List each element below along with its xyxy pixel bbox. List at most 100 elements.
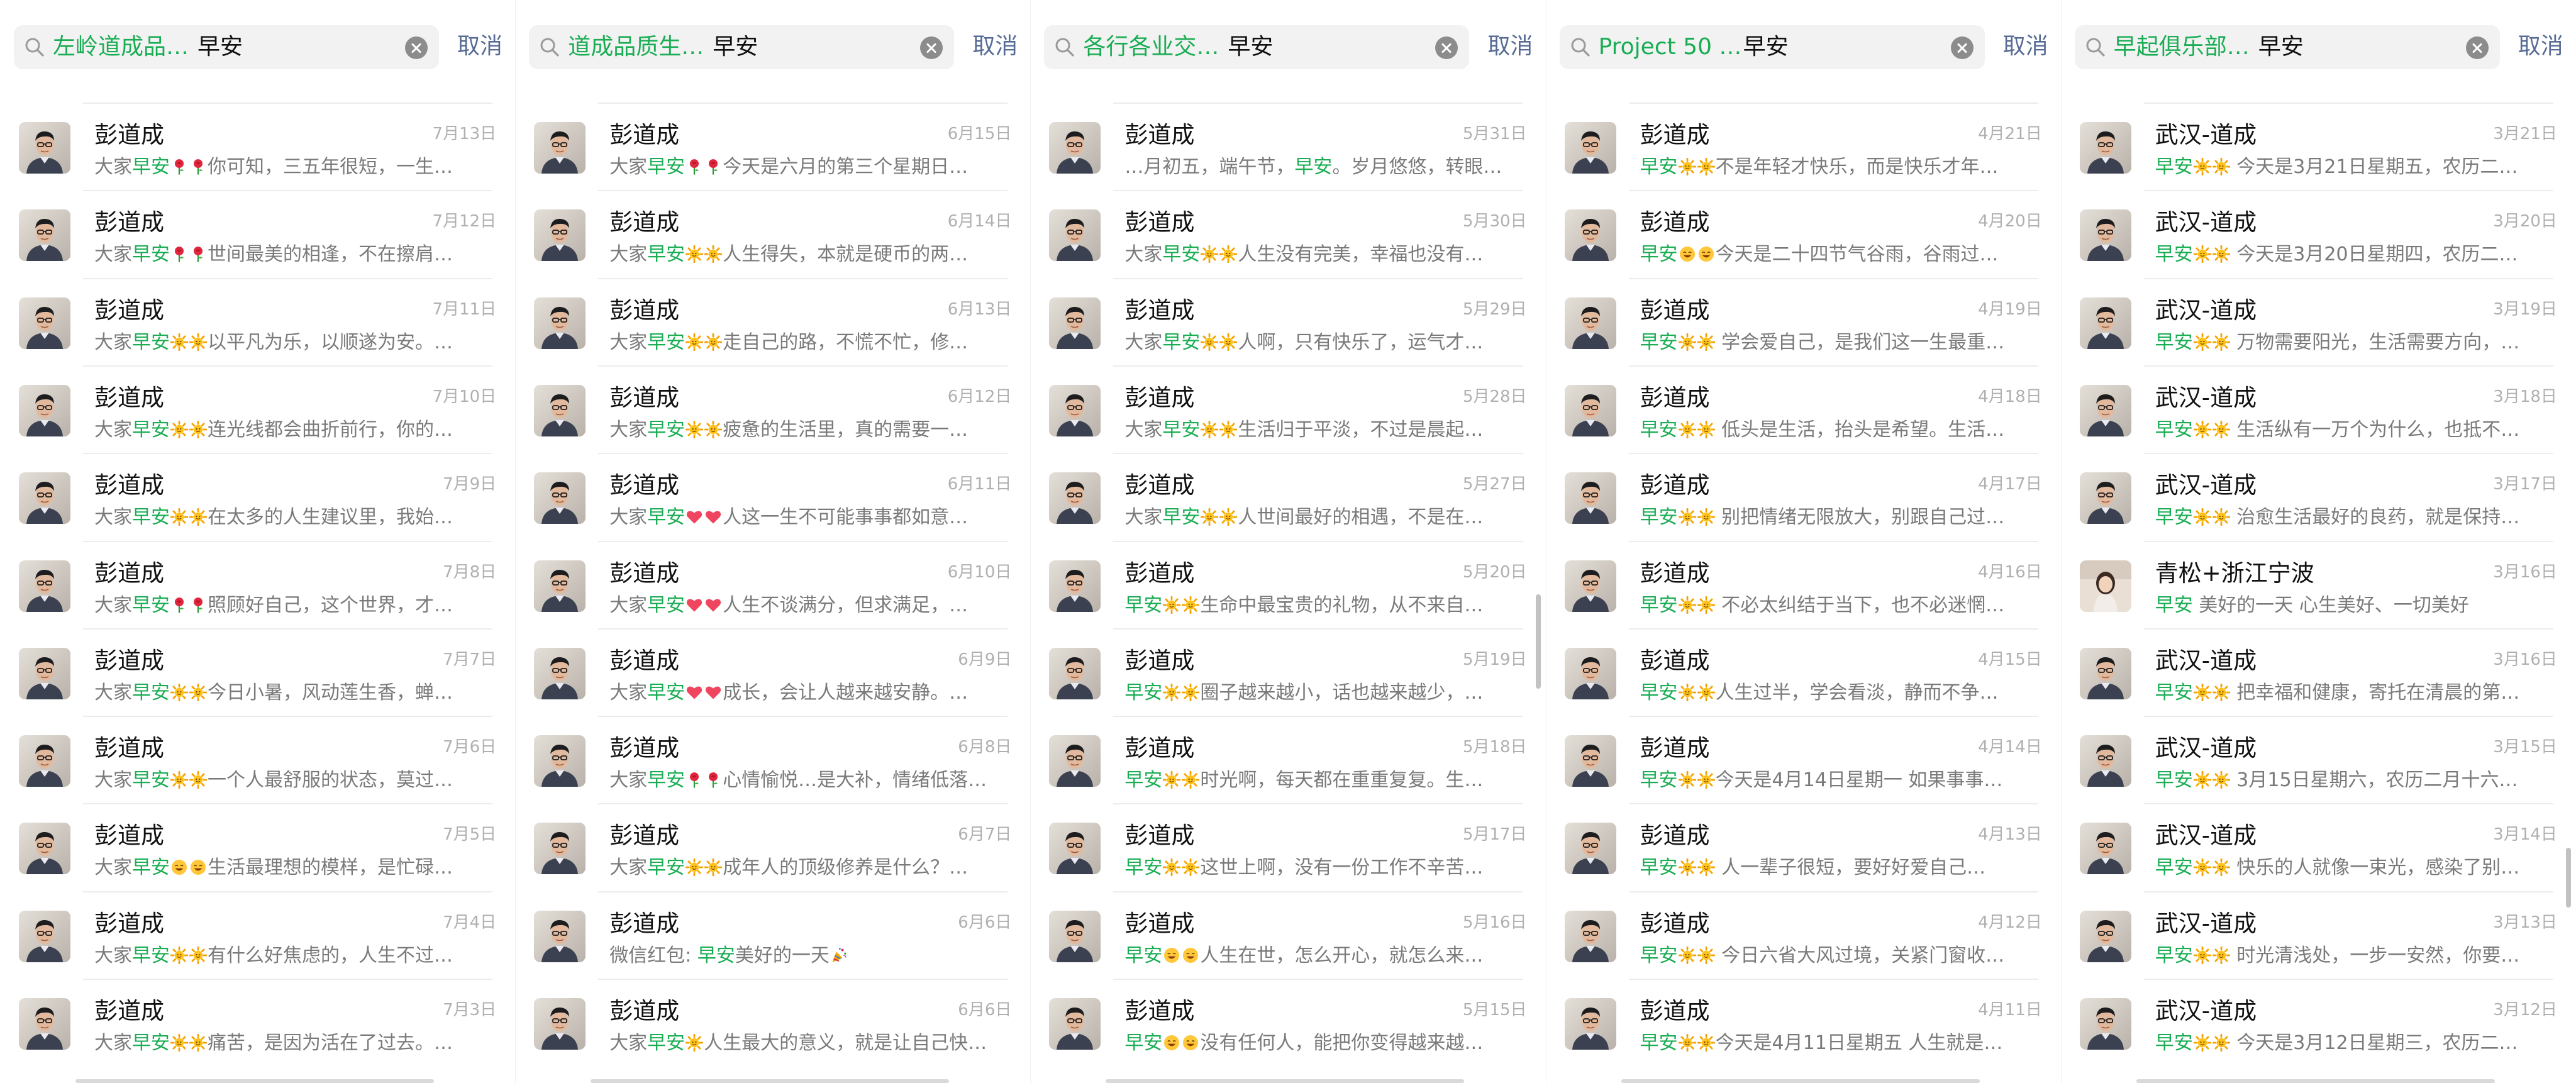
avatar[interactable] [1564,823,1616,875]
avatar[interactable] [1049,823,1101,875]
message-result-row[interactable]: 彭道成 6月9日 大家早安 成长，会让人越来越安静。… [515,628,1030,716]
avatar[interactable] [2079,647,2131,699]
avatar[interactable] [19,560,70,612]
message-result-row[interactable]: 彭道成 6月11日 大家早安 人这一生不可能事事都如意… [515,453,1030,540]
search-bar[interactable]: Project 50 … 早安 [1559,25,1985,69]
message-result-row[interactable]: 彭道成 4月14日 早安 今天是4月14日星期一 如果事事… [1546,716,2061,803]
avatar[interactable] [2079,910,2131,962]
avatar[interactable] [2079,122,2131,174]
avatar[interactable] [19,823,70,875]
avatar[interactable] [1049,122,1101,174]
message-result-row[interactable]: 彭道成 7月5日 大家早安 生活最理想的模样，是忙碌… [0,803,515,891]
clear-search-icon[interactable] [1950,36,1974,59]
avatar[interactable] [1564,384,1616,436]
message-result-row[interactable]: 彭道成 5月27日 大家早安 人世间最好的相遇，不是在… [1030,453,1545,540]
cancel-button[interactable]: 取消 [457,30,502,63]
message-result-row[interactable]: 武汉-道成 3月12日 早安 今天是3月12日星期三，农历二… [2061,979,2576,1066]
avatar[interactable] [1049,384,1101,436]
message-result-row[interactable]: 彭道成 7月8日 大家早安 照顾好自己，这个世界，才… [0,540,515,628]
avatar[interactable] [1564,560,1616,612]
search-bar[interactable]: 左岭道成品… 早安 [14,25,439,69]
message-result-row[interactable]: 武汉-道成 3月17日 早安 治愈生活最好的良药，就是保持… [2061,453,2576,540]
avatar[interactable] [534,560,586,612]
avatar[interactable] [1564,998,1616,1050]
message-result-row[interactable]: 彭道成 5月31日 …月初五，端午节，早安。岁月悠悠，转眼… [1030,103,1545,190]
message-result-row[interactable]: 彭道成 5月15日 早安 没有任何人，能把你变得越来越… [1030,979,1545,1066]
message-result-row[interactable]: 彭道成 6月14日 大家早安 人生得失，本就是硬币的两… [515,190,1030,277]
avatar[interactable] [19,122,70,174]
vertical-scrollbar[interactable] [2565,848,2571,908]
message-result-row[interactable]: 彭道成 6月7日 大家早安 成年人的顶级修养是什么？… [515,803,1030,891]
search-scope-chat-name[interactable]: 左岭道成品… [53,31,189,63]
avatar[interactable] [534,647,586,699]
search-scope-chat-name[interactable]: Project 50 … [1599,31,1742,63]
search-input[interactable]: 早安 [1743,31,1789,63]
avatar[interactable] [2079,297,2131,349]
clear-search-icon[interactable] [405,36,428,59]
avatar[interactable] [1049,647,1101,699]
message-result-row[interactable]: 彭道成 5月29日 大家早安 人啊，只有快乐了，运气才… [1030,277,1545,365]
avatar[interactable] [1564,910,1616,962]
avatar[interactable] [2079,472,2131,525]
message-result-row[interactable]: 彭道成 6月13日 大家早安 走自己的路，不慌不忙，修… [515,277,1030,365]
search-scope-chat-name[interactable]: 各行各业交… [1083,31,1219,63]
message-result-row[interactable]: 彭道成 6月8日 大家早安 心情愉悦…是大补，情绪低落… [515,716,1030,803]
avatar[interactable] [19,735,70,787]
message-result-row[interactable]: 彭道成 4月17日 早安 别把情绪无限放大，别跟自己过… [1546,453,2061,540]
avatar[interactable] [534,823,586,875]
avatar[interactable] [1564,209,1616,262]
message-result-row[interactable]: 彭道成 7月12日 大家早安 世间最美的相逢，不在擦肩… [0,190,515,277]
avatar[interactable] [1049,297,1101,349]
message-result-row[interactable]: 彭道成 7月13日 大家早安 你可知，三五年很短，一生… [0,103,515,190]
clear-search-icon[interactable] [920,36,943,59]
message-result-row[interactable]: 武汉-道成 3月20日 早安 今天是3月20日星期四，农历二… [2061,190,2576,277]
message-result-row[interactable]: 彭道成 4月21日 早安 不是年轻才快乐，而是快乐才年… [1546,103,2061,190]
avatar[interactable] [2079,384,2131,436]
message-result-row[interactable]: 彭道成 6月12日 大家早安 疲惫的生活里，真的需要一… [515,365,1030,453]
avatar[interactable] [19,998,70,1050]
avatar[interactable] [534,209,586,262]
message-result-row[interactable]: 彭道成 5月18日 早安 时光啊，每天都在重重复复。生… [1030,716,1545,803]
vertical-scrollbar[interactable] [1535,594,1541,689]
avatar[interactable] [2079,209,2131,262]
message-result-row[interactable]: 彭道成 4月16日 早安 不必太纠结于当下，也不必迷惘… [1546,540,2061,628]
clear-search-icon[interactable] [2465,36,2489,59]
avatar[interactable] [534,384,586,436]
message-result-row[interactable]: 彭道成 5月20日 早安 生命中最宝贵的礼物，从不来自… [1030,540,1545,628]
message-result-row[interactable]: 彭道成 4月12日 早安 今日六省大风过境，关紧门窗收… [1546,891,2061,979]
avatar[interactable] [534,122,586,174]
avatar[interactable] [19,297,70,349]
search-scope-chat-name[interactable]: 早起俱乐部… [2114,31,2250,63]
message-result-row[interactable]: 彭道成 7月7日 大家早安 今日小暑，风动莲生香，蝉… [0,628,515,716]
message-result-row[interactable]: 彭道成 4月15日 早安 人生过半，学会看淡，静而不争… [1546,628,2061,716]
avatar[interactable] [2079,998,2131,1050]
avatar[interactable] [1049,910,1101,962]
message-result-row[interactable]: 武汉-道成 3月21日 早安 今天是3月21日星期五，农历二… [2061,103,2576,190]
avatar[interactable] [1049,472,1101,525]
message-result-row[interactable]: 彭道成 6月6日 微信红包: 早安美好的一天 [515,891,1030,979]
avatar[interactable] [534,998,586,1050]
avatar[interactable] [534,297,586,349]
message-result-row[interactable]: 彭道成 5月16日 早安 人生在世，怎么开心，就怎么来… [1030,891,1545,979]
message-result-row[interactable]: 武汉-道成 3月14日 早安 快乐的人就像一束光，感染了别… [2061,803,2576,891]
avatar[interactable] [19,472,70,525]
cancel-button[interactable]: 取消 [1487,30,1533,63]
avatar[interactable] [2079,560,2131,612]
message-result-row[interactable]: 彭道成 7月4日 大家早安 有什么好焦虑的，人生不过… [0,891,515,979]
avatar[interactable] [19,209,70,262]
message-result-row[interactable]: 彭道成 5月28日 大家早安 生活归于平淡，不过是晨起… [1030,365,1545,453]
avatar[interactable] [1564,647,1616,699]
avatar[interactable] [1049,735,1101,787]
avatar[interactable] [534,735,586,787]
message-result-row[interactable]: 彭道成 4月19日 早安 学会爱自己，是我们这一生最重… [1546,277,2061,365]
clear-search-icon[interactable] [1435,36,1458,59]
avatar[interactable] [2079,735,2131,787]
message-result-row[interactable]: 彭道成 4月18日 早安 低头是生活，抬头是希望。生活… [1546,365,2061,453]
cancel-button[interactable]: 取消 [2518,30,2563,63]
message-result-row[interactable]: 武汉-道成 3月15日 早安 3月15日星期六，农历二月十六… [2061,716,2576,803]
message-result-row[interactable]: 彭道成 7月9日 大家早安 在太多的人生建议里，我始… [0,453,515,540]
message-result-row[interactable]: 彭道成 6月15日 大家早安 今天是六月的第三个星期日… [515,103,1030,190]
message-result-row[interactable]: 武汉-道成 3月18日 早安 生活纵有一万个为什么，也抵不… [2061,365,2576,453]
message-result-row[interactable]: 彭道成 5月19日 早安 圈子越来越小，话也越来越少，… [1030,628,1545,716]
avatar[interactable] [1564,122,1616,174]
